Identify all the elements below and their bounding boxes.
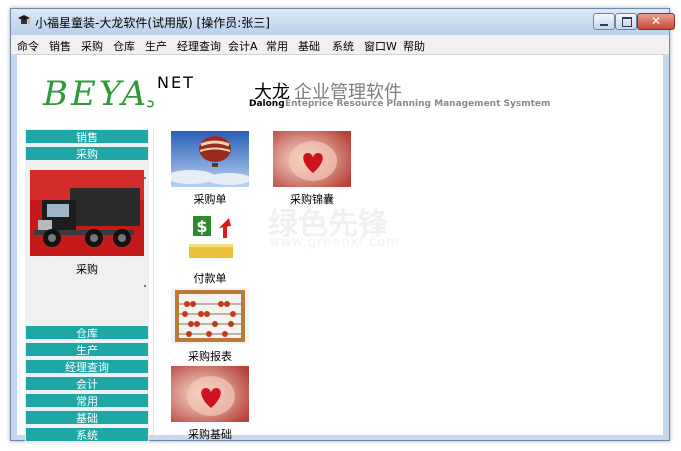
menu-purchase[interactable]: 采购 — [81, 38, 103, 54]
function-label: 采购锦囊 — [290, 193, 334, 206]
function-label: 采购基础 — [188, 428, 232, 441]
close-button[interactable]: ✕ — [637, 13, 675, 30]
close-icon: ✕ — [650, 14, 662, 28]
menu-command[interactable]: 命令 — [17, 38, 39, 54]
brand-english-gray: Enteprice Resource Planning Management S… — [285, 99, 551, 109]
menu-production[interactable]: 生产 — [145, 38, 167, 54]
menu-common[interactable]: 常用 — [266, 38, 288, 54]
money-icon: $ — [171, 210, 249, 266]
sidebar-divider — [153, 129, 154, 435]
nav-sales-button[interactable]: 销售 — [25, 129, 149, 144]
svg-text:$: $ — [196, 217, 207, 236]
function-purchase-report[interactable]: 采购报表 — [165, 288, 255, 364]
heart-glass-icon — [171, 366, 249, 422]
module-sidebar: 销售 采购 采购 仓库 生产 经理查询 会计 常用 基础 系统 — [25, 129, 149, 442]
function-purchase-basic[interactable]: 采购基础 — [165, 366, 255, 442]
maximize-button[interactable] — [615, 13, 637, 30]
balloon-icon — [171, 131, 249, 187]
selected-module-label: 采购 — [76, 263, 98, 276]
logo-beya-text: BEYA — [43, 74, 150, 114]
function-purchase-order[interactable]: 采购单 — [165, 131, 255, 207]
menu-system[interactable]: 系统 — [332, 38, 354, 54]
menu-basic[interactable]: 基础 — [298, 38, 320, 54]
nav-purchase-button[interactable]: 采购 — [25, 146, 149, 161]
app-window: 小福星童装-大龙软件(试用版) [操作员:张三] ✕ 命令 销售 采购 仓库 生… — [10, 8, 675, 442]
function-payment[interactable]: $ 付款单 — [165, 210, 255, 286]
function-purchase-tips[interactable]: 采购锦囊 — [267, 131, 357, 207]
abacus-icon — [171, 288, 249, 344]
window-title: 小福星童装-大龙软件(试用版) [操作员:张三] — [35, 16, 270, 30]
nav-manager-query-button[interactable]: 经理查询 — [25, 359, 149, 374]
menu-manager-query[interactable]: 经理查询 — [177, 38, 221, 54]
heart-glass-icon — [273, 131, 351, 187]
nav-accounting-button[interactable]: 会计 — [25, 376, 149, 391]
title-bar[interactable]: 小福星童装-大龙软件(试用版) [操作员:张三] ✕ — [11, 9, 675, 35]
truck-image[interactable] — [30, 170, 144, 256]
logo-net-text: NET — [157, 73, 195, 92]
menu-window[interactable]: 窗口W — [364, 38, 397, 54]
function-label: 采购报表 — [188, 350, 232, 363]
function-label: 采购单 — [193, 193, 227, 206]
main-client-area: BEYA NET 大龙 企业管理软件 Dalong Enteprice Reso… — [17, 55, 663, 442]
watermark-url: www.greenxf.com — [269, 235, 400, 250]
scroll-marker — [144, 285, 146, 287]
minimize-button[interactable] — [593, 13, 615, 30]
menu-help[interactable]: 帮助 — [403, 38, 425, 54]
menu-bar: 命令 销售 采购 仓库 生产 经理查询 会计A 常用 基础 系统 窗口W 帮助 — [11, 35, 669, 55]
scroll-marker — [144, 177, 146, 179]
function-label: 付款单 — [193, 272, 227, 285]
nav-basic-button[interactable]: 基础 — [25, 410, 149, 425]
menu-accounting[interactable]: 会计A — [228, 38, 258, 54]
brand-english-black: Dalong — [249, 99, 285, 109]
menu-sales[interactable]: 销售 — [49, 38, 71, 54]
logo-swirl-icon — [146, 100, 154, 108]
nav-system-button[interactable]: 系统 — [25, 427, 149, 442]
app-icon — [18, 15, 30, 24]
nav-production-button[interactable]: 生产 — [25, 342, 149, 357]
menu-warehouse[interactable]: 仓库 — [113, 38, 135, 54]
nav-warehouse-button[interactable]: 仓库 — [25, 325, 149, 340]
nav-common-button[interactable]: 常用 — [25, 393, 149, 408]
